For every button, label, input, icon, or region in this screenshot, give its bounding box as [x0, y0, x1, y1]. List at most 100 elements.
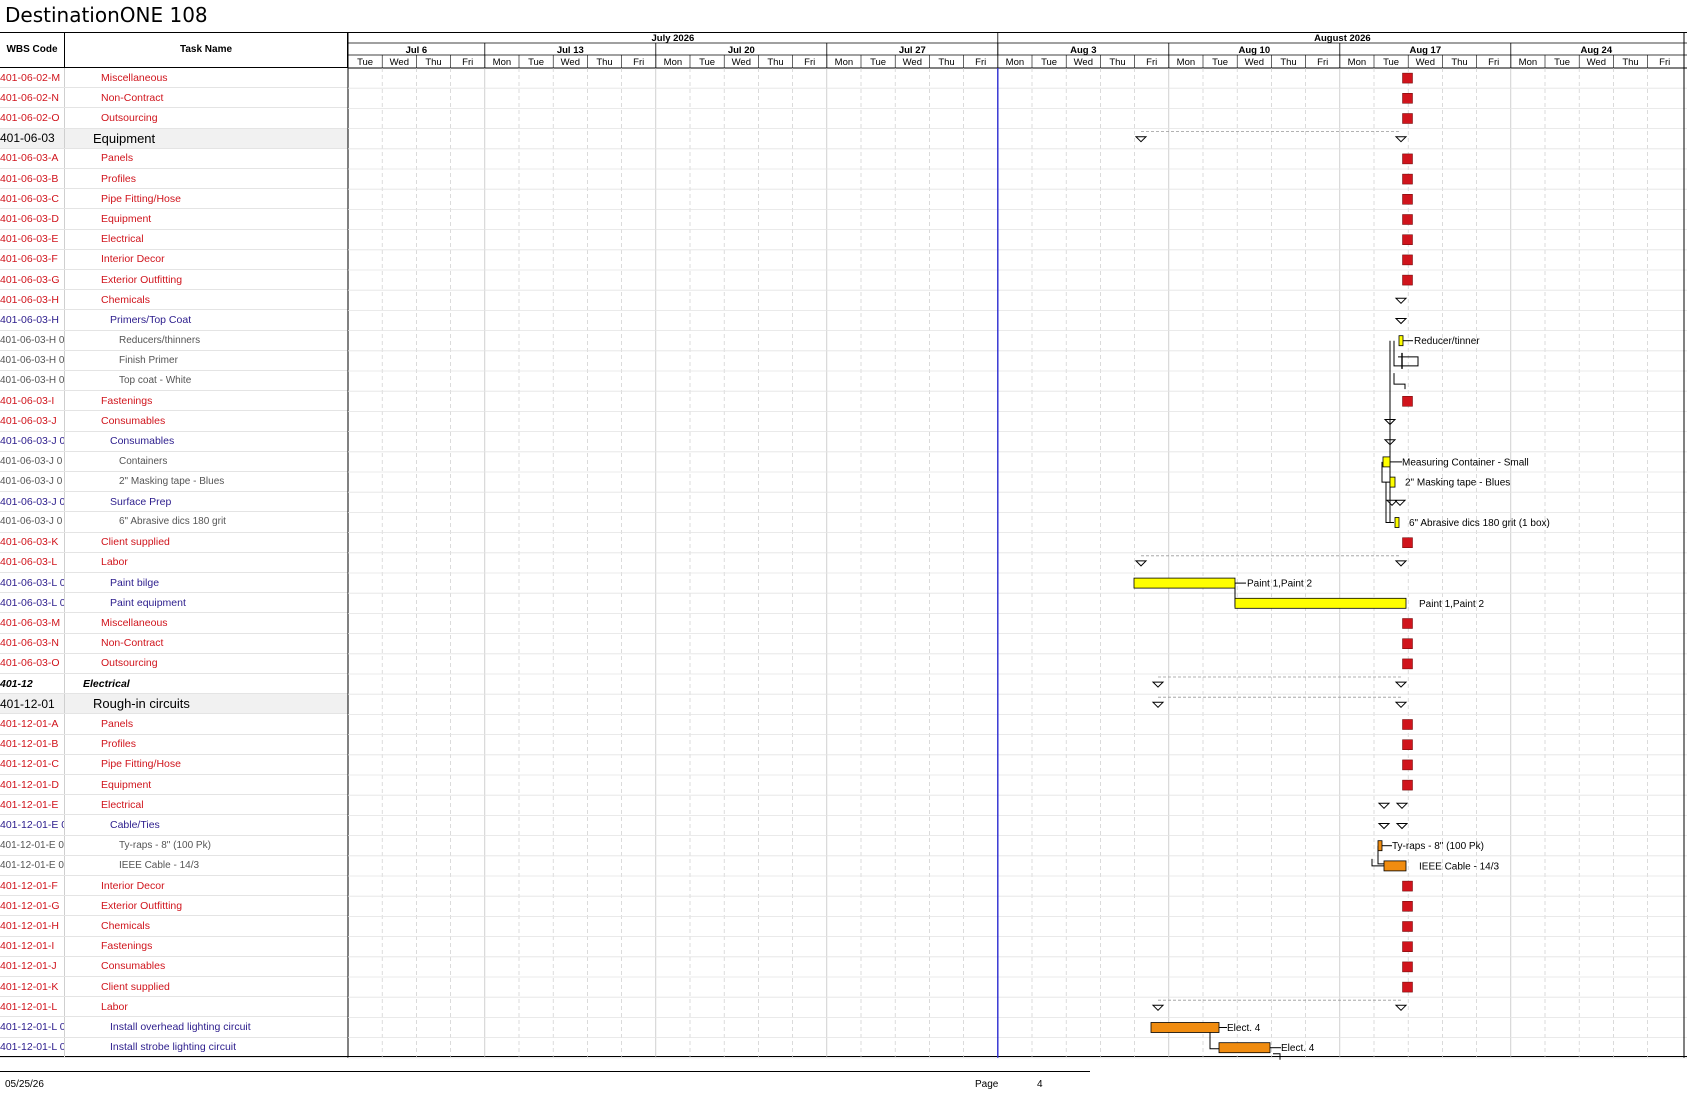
day-label: Fri: [1146, 57, 1157, 68]
task-bar-abrasive[interactable]: [1394, 517, 1400, 528]
bar-label: 6" Abrasive dics 180 grit (1 box): [1409, 518, 1550, 529]
day-label: Tue: [528, 57, 544, 68]
week-label: Jul 13: [557, 45, 584, 56]
week-label: Aug 24: [1580, 45, 1612, 56]
summary-marker[interactable]: [1394, 701, 1408, 709]
task-bar-overhead-lighting[interactable]: [1150, 1022, 1220, 1033]
week-label: Aug 3: [1070, 45, 1096, 56]
summary-marker[interactable]: [1394, 560, 1408, 567]
day-label: Tue: [1212, 57, 1228, 68]
day-label: Thu: [767, 57, 783, 68]
week-label: Aug 17: [1409, 45, 1441, 56]
summary-marker[interactable]: [1395, 802, 1409, 810]
milestone-marker[interactable]: [1402, 396, 1413, 407]
task-bar-tyraps[interactable]: [1377, 840, 1383, 852]
summary-marker[interactable]: [1151, 701, 1165, 709]
milestone-marker[interactable]: [1402, 72, 1413, 84]
milestone-marker[interactable]: [1402, 759, 1413, 771]
bar-label: Elect. 4: [1227, 1023, 1261, 1034]
milestone-marker[interactable]: [1402, 739, 1413, 750]
summary-marker[interactable]: [1377, 823, 1391, 830]
milestone-marker[interactable]: [1402, 274, 1413, 286]
milestone-marker[interactable]: [1402, 254, 1413, 266]
milestone-marker[interactable]: [1402, 719, 1413, 730]
task-bar-ieee[interactable]: [1383, 860, 1407, 872]
summary-marker[interactable]: [1151, 681, 1165, 688]
footer-divider: [0, 1071, 1090, 1072]
task-bar-reducer[interactable]: [1398, 335, 1404, 347]
milestone-marker[interactable]: [1402, 658, 1413, 670]
task-bar-container[interactable]: [1382, 456, 1391, 468]
milestone-marker[interactable]: [1402, 981, 1413, 993]
footer-page-number: 4: [1037, 1079, 1043, 1090]
milestone-marker[interactable]: [1402, 901, 1413, 912]
summary-marker[interactable]: [1394, 297, 1408, 305]
bar-label: Elect. 4: [1281, 1043, 1315, 1054]
summary-marker[interactable]: [1394, 1004, 1408, 1012]
milestone-marker[interactable]: [1402, 618, 1413, 629]
day-label: Wed: [561, 57, 580, 68]
day-label: Thu: [1109, 57, 1125, 68]
day-label: Thu: [425, 57, 441, 68]
summary-marker[interactable]: [1151, 1004, 1165, 1012]
bar-label: Reducer/tinner: [1414, 336, 1480, 347]
milestone-marker[interactable]: [1402, 153, 1413, 165]
week-label: Jul 6: [406, 45, 428, 56]
day-label: Wed: [903, 57, 922, 68]
day-label: Thu: [596, 57, 612, 68]
summary-marker[interactable]: [1394, 136, 1408, 143]
dependency-line: [1393, 373, 1406, 390]
milestone-marker[interactable]: [1402, 113, 1413, 124]
milestone-marker[interactable]: [1402, 941, 1413, 952]
day-label: Mon: [493, 57, 511, 68]
day-label: Fri: [975, 57, 986, 68]
milestone-marker[interactable]: [1402, 961, 1413, 973]
summary-marker[interactable]: [1134, 560, 1148, 567]
month-label: July 2026: [652, 33, 695, 44]
milestone-marker[interactable]: [1402, 194, 1413, 205]
day-label: Fri: [1317, 57, 1328, 68]
milestone-marker[interactable]: [1402, 638, 1413, 649]
day-label: Wed: [1416, 57, 1435, 68]
summary-marker[interactable]: [1134, 136, 1148, 143]
dependency-line: [1273, 1053, 1281, 1060]
day-label: Thu: [1280, 57, 1296, 68]
summary-marker[interactable]: [1377, 802, 1391, 810]
day-label: Mon: [835, 57, 853, 68]
day-label: Wed: [1074, 57, 1093, 68]
day-label: Thu: [1622, 57, 1638, 68]
milestone-marker[interactable]: [1402, 921, 1413, 932]
task-bar-masking[interactable]: [1389, 476, 1396, 488]
day-label: Mon: [1348, 57, 1366, 68]
milestone-marker[interactable]: [1402, 880, 1413, 892]
milestone-marker[interactable]: [1402, 93, 1413, 104]
day-label: Mon: [1006, 57, 1024, 68]
task-bar-strobe-lighting[interactable]: [1218, 1042, 1271, 1054]
day-label: Tue: [870, 57, 886, 68]
week-label: Aug 10: [1238, 45, 1270, 56]
summary-marker[interactable]: [1394, 318, 1408, 325]
summary-marker[interactable]: [1395, 823, 1409, 830]
task-bar-paint-bilge[interactable]: [1133, 577, 1236, 589]
day-label: Wed: [1587, 57, 1606, 68]
week-label: Jul 27: [899, 45, 926, 56]
day-label: Fri: [633, 57, 644, 68]
day-label: Mon: [1177, 57, 1195, 68]
day-label: Wed: [390, 57, 409, 68]
footer-date: 05/25/26: [5, 1079, 44, 1090]
bar-label: Paint 1,Paint 2: [1247, 579, 1312, 590]
day-label: Fri: [462, 57, 473, 68]
milestone-marker[interactable]: [1402, 234, 1413, 245]
summary-marker[interactable]: [1394, 681, 1408, 688]
milestone-marker[interactable]: [1402, 537, 1413, 548]
day-label: Tue: [1554, 57, 1570, 68]
day-label: Fri: [1488, 57, 1499, 68]
milestone-marker[interactable]: [1402, 173, 1413, 185]
footer-page-label: Page: [975, 1079, 999, 1090]
milestone-marker[interactable]: [1402, 214, 1413, 225]
task-bar-paint-equipment[interactable]: [1234, 597, 1407, 609]
bar-label: Measuring Container - Small: [1402, 457, 1529, 468]
gantt-chart[interactable]: Jul 6 Jul 13 Jul 20 Jul 27 Aug 3 Aug 10 Aug 17…: [0, 0, 1687, 1097]
day-label: Fri: [1659, 57, 1670, 68]
milestone-marker[interactable]: [1402, 779, 1413, 791]
